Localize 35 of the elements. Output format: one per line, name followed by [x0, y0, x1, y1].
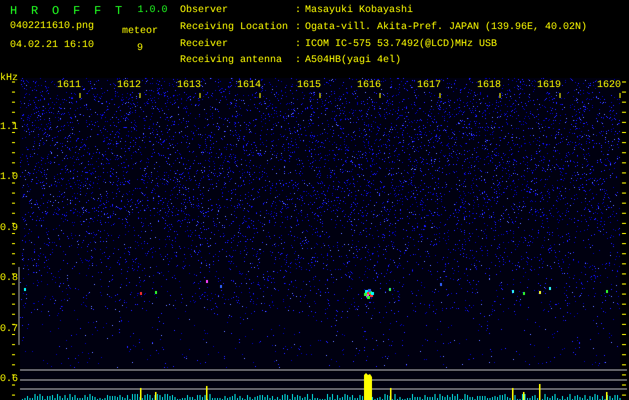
axis-label: 1.1 [0, 122, 18, 134]
axis-label: 1.0 [0, 172, 18, 184]
frequency-label: 1615 [297, 80, 321, 92]
info-separator: : [295, 55, 302, 68]
info-value: Ogata-vill. Akita-Pref. JAPAN (139.96E, 40.02N) [305, 22, 588, 35]
info-value: ICOM IC-575 53.7492(@LCD)MHz USB [305, 38, 498, 52]
frequency-label: 1611 [57, 80, 81, 92]
frequency-label: 1612 [117, 80, 141, 92]
info-separator: : [295, 38, 302, 52]
app-version: 1.0.0 [138, 4, 168, 18]
frequency-label: 1620 [597, 80, 621, 92]
info-value: A504HB(yagi 4el) [305, 55, 402, 68]
axis-label: 0.6 [0, 374, 18, 386]
frequency-label: 1614 [237, 80, 261, 92]
axis-label: 0.8 [0, 273, 18, 285]
frequency-label: 1617 [417, 80, 441, 92]
app-title: H R O F F T [10, 4, 126, 18]
date-time: 04.02.21 16:10 [10, 40, 96, 51]
info-separator: : [295, 22, 302, 35]
axis-label: 0.9 [0, 222, 18, 234]
axis-label: 0.7 [0, 324, 18, 336]
info-label: Receiving Location [180, 22, 290, 35]
frequency-label: 1613 [177, 80, 201, 92]
frequency-label: 1616 [357, 80, 381, 92]
info-label: Receiving antenna [180, 55, 284, 68]
file-name: 0402211610.png [10, 21, 96, 32]
frequency-label: 1619 [537, 80, 561, 92]
info-separator: : [295, 5, 302, 18]
unit-label: kHz [0, 73, 18, 84]
info-label: Receiver [180, 38, 230, 52]
info-value: Masayuki Kobayashi [305, 5, 414, 18]
meteor-label: meteor [122, 26, 158, 38]
frequency-label: 1618 [477, 80, 501, 92]
info-label: Observer [180, 5, 230, 18]
meteor-count: 9 [137, 42, 144, 54]
